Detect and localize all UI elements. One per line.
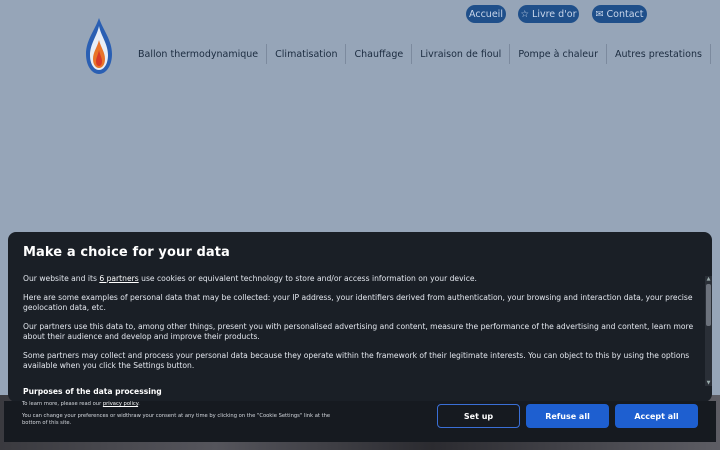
consent-scrollbar[interactable]: ▲ ▼ bbox=[705, 276, 712, 386]
nav-item-climatisation[interactable]: Climatisation bbox=[267, 44, 345, 64]
nav-item-ballon[interactable]: Ballon thermodynamique bbox=[130, 44, 266, 64]
consent-paragraph-examples: Here are some examples of personal data … bbox=[23, 293, 693, 312]
contact-link[interactable]: ✉ Contact bbox=[592, 5, 647, 23]
nav-divider bbox=[709, 44, 711, 64]
accept-all-button[interactable]: Accept all bbox=[615, 404, 698, 428]
setup-button[interactable]: Set up bbox=[437, 404, 520, 428]
scroll-down-icon[interactable]: ▼ bbox=[705, 380, 712, 386]
consent-body: Our website and its 6 partners use cooki… bbox=[23, 274, 698, 402]
home-link[interactable]: Accueil bbox=[466, 5, 506, 23]
partners-link[interactable]: 6 partners bbox=[99, 274, 138, 283]
privacy-line: To learn more, please read our privacy p… bbox=[22, 401, 140, 407]
privacy-prefix: To learn more, please read our bbox=[22, 401, 102, 407]
consent-paragraph-usage: Our partners use this data to, among oth… bbox=[23, 322, 694, 341]
scroll-thumb[interactable] bbox=[706, 284, 711, 326]
pill-label-home: Accueil bbox=[469, 8, 503, 20]
nav-item-fioul[interactable]: Livraison de fioul bbox=[412, 44, 509, 64]
consent-paragraph-interests: Some partners may collect and process yo… bbox=[23, 351, 690, 370]
mail-icon: ✉ bbox=[595, 8, 604, 20]
company-logo[interactable] bbox=[80, 16, 118, 76]
intro-suffix: use cookies or equivalent technology to … bbox=[141, 274, 477, 283]
scroll-up-icon[interactable]: ▲ bbox=[705, 276, 712, 282]
purposes-heading: Purposes of the data processing bbox=[23, 387, 162, 396]
star-icon: ☆ bbox=[520, 8, 530, 20]
preferences-line: You can change your preferences or width… bbox=[22, 413, 331, 426]
consent-footer-text: To learn more, please read our privacy p… bbox=[22, 401, 332, 432]
privacy-policy-link[interactable]: privacy policy bbox=[103, 401, 138, 407]
consent-title: Make a choice for your data bbox=[23, 245, 230, 260]
intro-prefix: Our website and its bbox=[23, 274, 97, 283]
consent-paragraph-intro: Our website and its 6 partners use cooki… bbox=[23, 274, 698, 284]
consent-footer: To learn more, please read our privacy p… bbox=[4, 401, 716, 442]
main-nav: Ballon thermodynamique Climatisation Cha… bbox=[130, 44, 711, 64]
pill-label-guestbook: Livre d'or bbox=[532, 8, 577, 20]
nav-item-autres[interactable]: Autres prestations bbox=[607, 44, 710, 64]
pill-label-contact: Contact bbox=[606, 8, 644, 20]
refuse-all-button[interactable]: Refuse all bbox=[526, 404, 609, 428]
consent-dialog: Make a choice for your data Our website … bbox=[8, 232, 712, 402]
nav-item-chauffage[interactable]: Chauffage bbox=[346, 44, 411, 64]
nav-item-pompe[interactable]: Pompe à chaleur bbox=[510, 44, 606, 64]
guestbook-link[interactable]: ☆ Livre d'or bbox=[518, 5, 579, 23]
